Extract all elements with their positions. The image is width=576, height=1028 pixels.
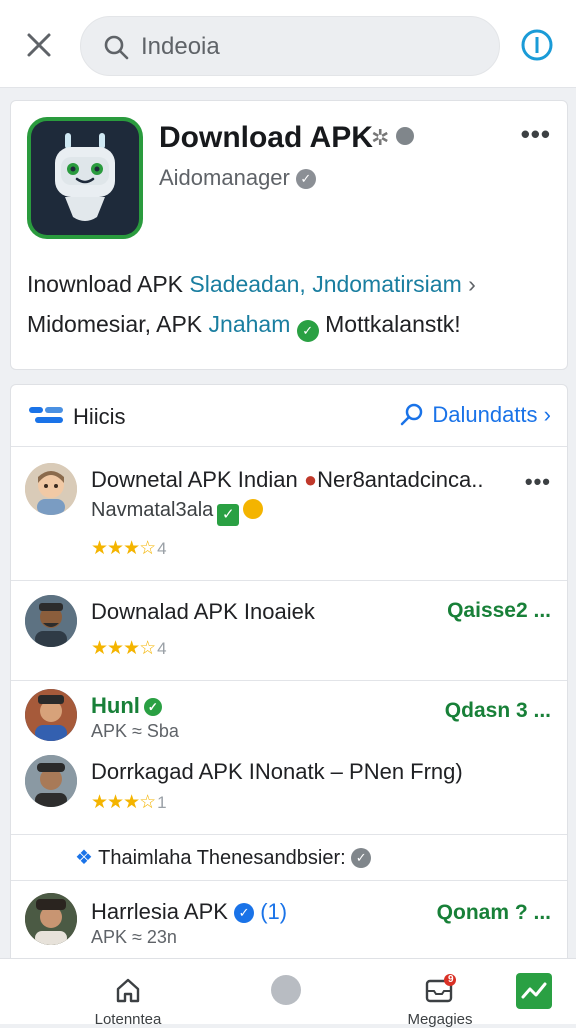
app-title: Download APK <box>159 121 373 154</box>
item-action-link[interactable]: Qdasn 3 ... <box>445 699 551 723</box>
item-title: Downalad APK Inoaiek <box>91 599 315 624</box>
item-title: Hunl ✓ <box>91 693 162 719</box>
avatar <box>25 893 77 945</box>
list-header-title: Hiicis <box>73 404 126 429</box>
nav-home[interactable]: Lotenntea <box>88 959 168 1028</box>
item-subtitle: APK ≈ 23n <box>91 927 177 947</box>
circle-icon <box>271 975 301 1005</box>
chevron-right-icon: › <box>543 402 551 427</box>
leaf-icon: ✓ <box>296 320 319 342</box>
app-description-line1: Inownload APK Sladeadan, Jndomatirsiam › <box>27 271 476 297</box>
list-header: Hiicis Dalundatts › <box>11 385 567 447</box>
more-options-icon[interactable]: ••• <box>525 469 551 495</box>
search-input[interactable] <box>141 29 481 65</box>
item-subtitle: APK ≈ Sba <box>91 721 179 741</box>
check-icon: ✓ <box>217 504 240 526</box>
bottom-nav: Lotenntea 9 Megagies <box>0 958 576 1028</box>
app-icon[interactable] <box>27 117 143 239</box>
nav-activity[interactable] <box>512 959 556 1025</box>
avatar <box>25 595 77 647</box>
item-title: Downetal APK Indian ●Ner8antadcinca.. <box>91 467 484 492</box>
rating-stars: ★★★☆ 4 <box>91 538 167 559</box>
filter-icon <box>29 407 63 423</box>
see-details-link[interactable]: Dalundatts › <box>400 402 551 428</box>
verified-badge-icon: ✲ <box>371 125 414 151</box>
rating-stars: ★★★☆ 4 <box>91 638 167 659</box>
robot-icon <box>55 133 115 221</box>
verified-icon: ✓ <box>143 698 162 716</box>
activity-icon <box>516 973 552 1009</box>
nav-messages[interactable]: 9 Megagies <box>400 959 480 1028</box>
info-icon: ✓ <box>351 848 372 868</box>
heart-icon: ❖ <box>75 847 99 869</box>
item-title: Dorrkagad APK INonatk – PNen Frng) <box>91 759 463 784</box>
item-subtitle: Navmatal3ala ✓ <box>91 499 264 526</box>
rating-stars: ★★★☆ 1 <box>91 792 167 813</box>
item-title: Harrlesia APK ✓ (1) <box>91 899 288 924</box>
results-list: Hiicis Dalundatts › Downetal APK Indian … <box>10 384 568 1024</box>
search-bar[interactable] <box>80 16 500 76</box>
coin-icon <box>243 499 264 519</box>
list-item[interactable]: Downalad APK Inoaiek Qaisse2 ... ★★★☆ 4 <box>11 581 567 681</box>
list-item[interactable]: Hunl ✓ Qdasn 3 ... APK ≈ Sba Dorrkagad AP… <box>11 681 567 835</box>
item-action-link[interactable]: Qaisse2 ... <box>447 599 551 623</box>
avatar <box>25 463 77 515</box>
notification-badge: 9 <box>448 974 454 985</box>
list-item[interactable]: Downetal APK Indian ●Ner8antadcinca.. ••… <box>11 447 567 581</box>
item-action-link[interactable]: Qonam ? ... <box>437 901 551 925</box>
home-icon <box>116 978 140 1003</box>
avatar <box>25 755 77 807</box>
list-item[interactable]: ❖ Thaimlaha Thenesandbsier: ✓ <box>11 835 567 881</box>
developer-info-icon: ✓ <box>295 169 316 189</box>
info-icon[interactable] <box>520 28 554 62</box>
nav-center[interactable] <box>266 959 306 1025</box>
avatar <box>25 689 77 741</box>
verified-icon: ✓ <box>234 903 255 923</box>
app-card[interactable]: Download APK ✲ ••• Aidomanager ✓ Inownloa… <box>10 100 568 370</box>
top-bar <box>0 0 576 88</box>
search-icon <box>104 35 129 60</box>
item-title: ❖ Thaimlaha Thenesandbsier: ✓ <box>75 845 372 870</box>
developer-name[interactable]: Aidomanager ✓ <box>159 165 316 191</box>
close-icon[interactable] <box>24 30 54 60</box>
more-options-icon[interactable]: ••• <box>521 119 551 150</box>
app-description-line2: Midomesiar, APK Jnaham ✓ Mottkalanstk! <box>27 311 461 342</box>
search-icon <box>401 403 423 426</box>
